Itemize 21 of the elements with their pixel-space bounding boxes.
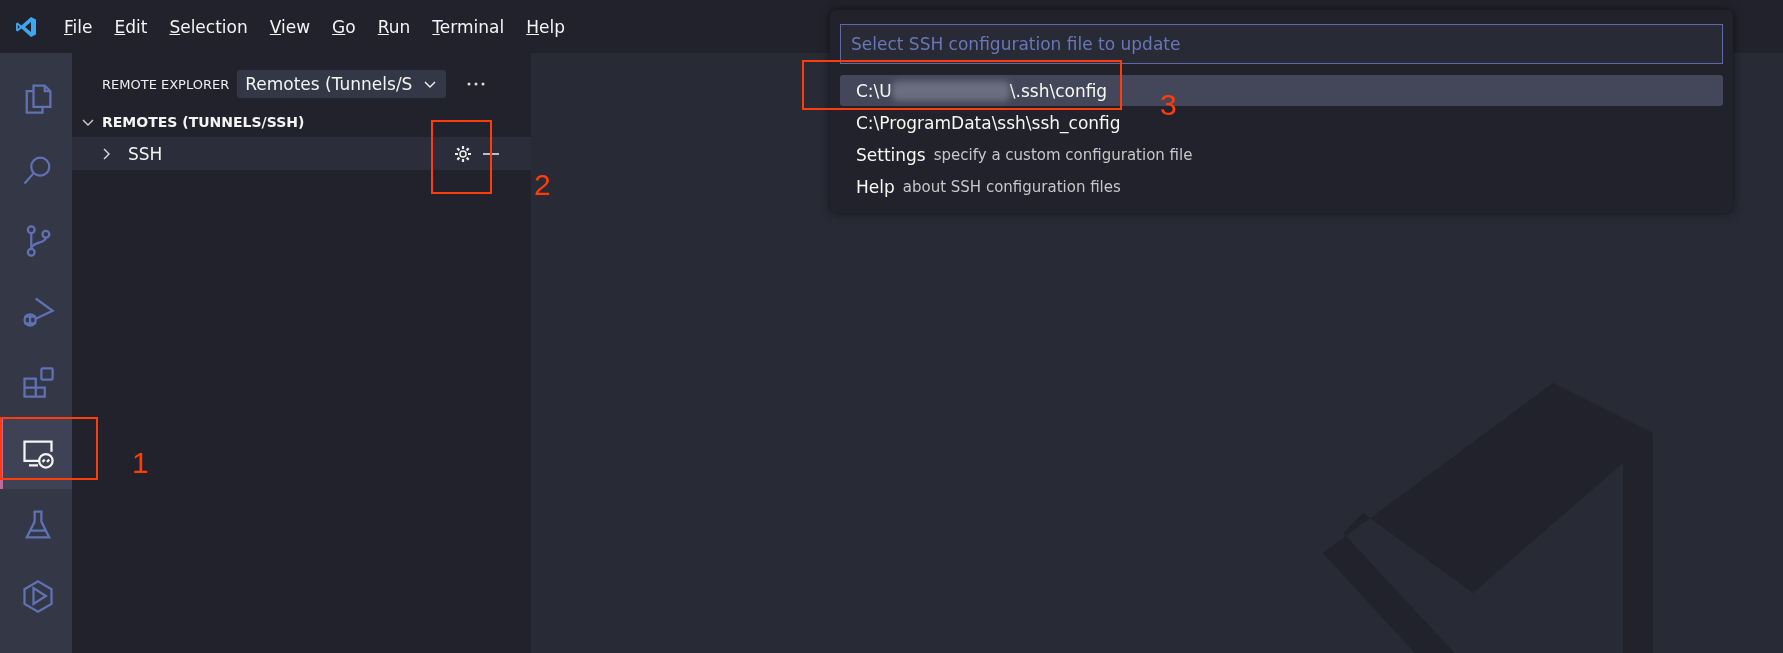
app-logo-icon	[14, 14, 38, 39]
more-actions-icon[interactable]	[466, 81, 487, 87]
list-item[interactable]: Help about SSH configuration files	[840, 171, 1129, 203]
input-field[interactable]: Select SSH configuration file to update	[840, 24, 1723, 64]
step-number: 2	[534, 168, 551, 202]
menu-item[interactable]: Terminal	[432, 16, 505, 37]
menu-item[interactable]: File	[64, 16, 93, 37]
gear-icon[interactable]	[453, 143, 473, 164]
menu-item[interactable]: View	[269, 16, 311, 37]
menu-item[interactable]: Edit	[114, 16, 148, 37]
tree-item[interactable]: SSH	[72, 137, 531, 170]
remotes-dropdown[interactable]: Remotes (Tunnels/S	[237, 70, 447, 98]
menu-item[interactable]: Go	[332, 16, 356, 37]
step-number: 1	[132, 446, 149, 480]
menu-item[interactable]: Help	[526, 16, 565, 37]
section-header[interactable]: REMOTES (TUNNELS/SSH)	[72, 107, 531, 137]
list-item[interactable]: Settings specify a custom configuration file	[840, 139, 1201, 171]
menu-item[interactable]: Selection	[169, 16, 248, 37]
panel-title: REMOTE EXPLORER	[102, 76, 230, 92]
menu-item[interactable]: Run	[377, 16, 411, 37]
list-item[interactable]: C:\ProgramData\ssh\ssh_config	[840, 107, 1129, 139]
